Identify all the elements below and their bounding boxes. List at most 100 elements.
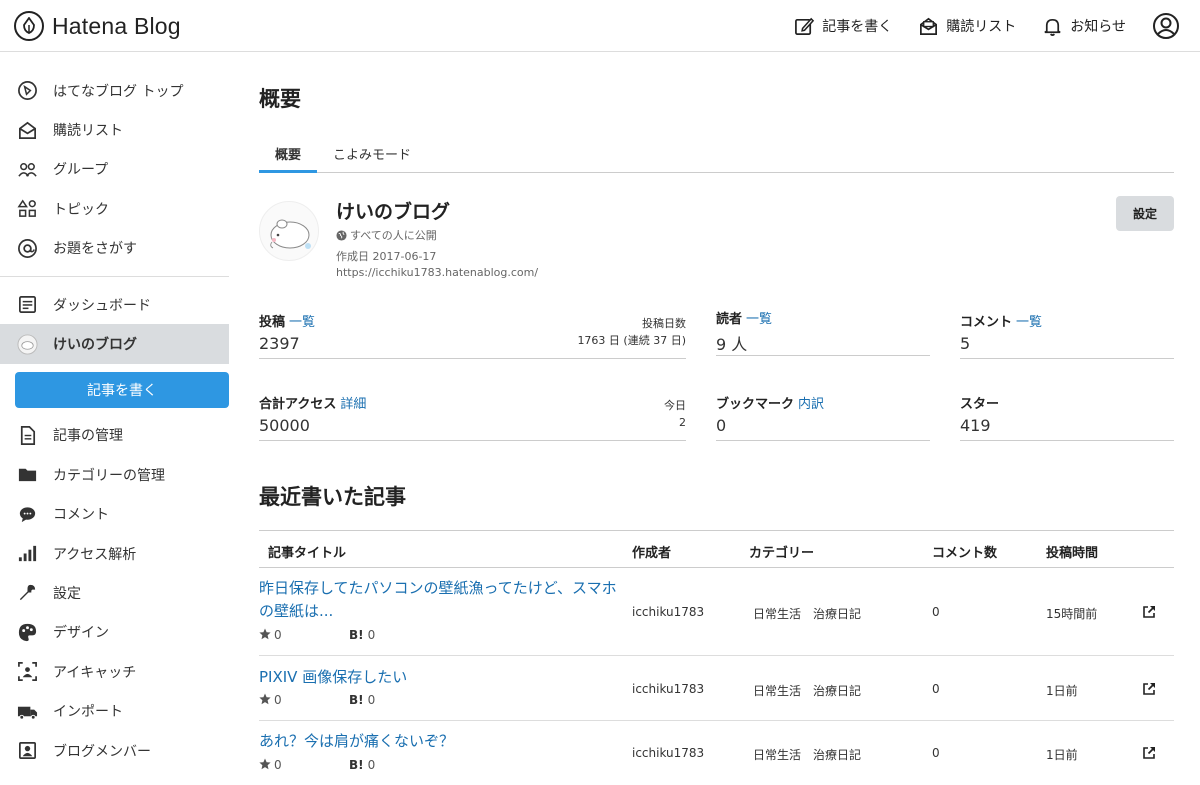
stat-label: コメント 一覧	[960, 311, 1042, 330]
blog-settings-button[interactable]: 設定	[1116, 196, 1174, 231]
readers-list-link[interactable]: 一覧	[746, 312, 772, 327]
bookmarks-breakdown-link[interactable]: 内訳	[798, 397, 824, 412]
stat-label: 読者 一覧	[716, 308, 772, 327]
at-icon	[16, 237, 38, 259]
blog-avatar[interactable]	[259, 201, 319, 261]
article-author: icchiku1783	[632, 682, 705, 696]
article-post-time: 1日前	[1046, 684, 1078, 698]
star-icon	[259, 628, 271, 640]
sidebar-item-categories[interactable]: カテゴリーの管理	[0, 455, 229, 494]
external-link-icon[interactable]	[1142, 746, 1156, 760]
today-value: 2	[679, 416, 686, 429]
hatena-blog-logo[interactable]: Hatena Blog	[14, 10, 181, 42]
star-count: 0	[274, 628, 282, 642]
access-detail-link[interactable]: 詳細	[340, 397, 366, 412]
sidebar-item-members[interactable]: ブログメンバー	[0, 731, 229, 770]
blog-created-date: 作成日 2017-06-17	[336, 250, 437, 263]
article-title-link[interactable]: PIXIV 画像保存したい	[259, 666, 621, 689]
article-comment-count: 0	[932, 605, 940, 619]
logo-text: Hatena Blog	[52, 12, 181, 39]
subscribe-icon	[16, 119, 38, 141]
stat-stars-value: 419	[960, 416, 991, 435]
article-post-time: 15時間前	[1046, 607, 1098, 621]
col-comments-header: コメント数	[932, 546, 998, 561]
article-comment-count: 0	[932, 746, 940, 760]
user-icon[interactable]	[1152, 12, 1180, 40]
sidebar-item-label: デザイン	[53, 625, 109, 642]
sidebar-item-blog[interactable]: けいのブログ	[0, 324, 229, 364]
palette-icon	[16, 621, 38, 643]
header-nav: 記事を書く 購読リスト お知らせ	[794, 0, 1200, 52]
sidebar-item-label: グループ	[53, 162, 109, 179]
header-write-link[interactable]: 記事を書く	[794, 16, 892, 37]
comments-list-link[interactable]: 一覧	[1016, 315, 1042, 330]
stat-label: 合計アクセス 詳細	[259, 393, 366, 412]
sidebar-item-comments[interactable]: コメント	[0, 495, 229, 534]
write-article-button[interactable]: 記事を書く	[15, 371, 229, 408]
sidebar-item-eyecatch[interactable]: アイキャッチ	[0, 652, 229, 691]
external-link-icon[interactable]	[1142, 682, 1156, 696]
col-title-header: 記事タイトル	[268, 546, 347, 561]
stat-bookmarks-value: 0	[716, 416, 727, 435]
stat-comments-value: 5	[960, 334, 971, 353]
bookmark-count: 0	[367, 628, 376, 642]
members-icon	[16, 740, 38, 762]
tab-calendar-mode[interactable]: こよみモード	[317, 137, 427, 172]
article-categories[interactable]: 日常生活 治療日記	[753, 605, 861, 622]
blog-name[interactable]: けいのブログ	[336, 197, 450, 224]
comment-icon	[16, 503, 38, 525]
article-post-time: 1日前	[1046, 748, 1078, 762]
stat-label: 投稿 一覧	[259, 311, 315, 330]
stat-access-label: 合計アクセス	[259, 397, 337, 412]
sidebar-item-import[interactable]: インポート	[0, 691, 229, 730]
bookmark-count: 0	[367, 758, 376, 772]
table-row: PIXIV 画像保存したい 0 B! 0 icchiku1783 日常生活 治療…	[259, 656, 1174, 721]
image-icon	[16, 661, 38, 683]
header-subscribe-label: 購読リスト	[946, 19, 1017, 35]
header-notifications-link[interactable]: お知らせ	[1042, 16, 1126, 37]
sidebar-item-hatena-top[interactable]: はてなブログ トップ	[0, 71, 229, 110]
sidebar-item-manage-articles[interactable]: 記事の管理	[0, 416, 229, 455]
sidebar-item-settings[interactable]: 設定	[0, 573, 229, 612]
blog-summary: けいのブログ すべての人に公開 作成日 2017-06-17 https://i…	[259, 193, 1174, 289]
hatena-bookmark-icon: B!	[349, 693, 364, 707]
stat-bookmarks-label: ブックマーク	[716, 397, 795, 412]
stat-access-today: 今日 2	[664, 397, 686, 431]
blog-url[interactable]: https://icchiku1783.hatenablog.com/	[336, 266, 538, 279]
hatena-bookmark-icon: B!	[349, 628, 364, 642]
article-categories[interactable]: 日常生活 治療日記	[753, 682, 861, 699]
tab-overview[interactable]: 概要	[259, 137, 317, 173]
stat-readers-label: 読者	[716, 312, 743, 327]
bell-icon	[1044, 18, 1061, 36]
stat-readers-value: 9 人	[716, 335, 748, 354]
external-link-icon[interactable]	[1142, 605, 1156, 619]
header-subscribe-link[interactable]: 購読リスト	[918, 16, 1016, 37]
post-days-value: 1763 日 (連続 37 日)	[577, 334, 686, 347]
sidebar-divider	[0, 275, 229, 277]
table-row: 昨日保存してたパソコンの壁紙漁ってたけど、スマホの壁紙は... 0 B! 0 i…	[259, 568, 1174, 656]
posts-list-link[interactable]: 一覧	[289, 315, 315, 330]
article-title-link[interactable]: あれ？今は肩が痛くないぞ？	[259, 730, 621, 753]
blog-avatar-icon	[16, 333, 38, 355]
sidebar-item-label: 購読リスト	[53, 123, 123, 140]
post-days-label: 投稿日数	[642, 317, 686, 330]
article-categories[interactable]: 日常生活 治療日記	[753, 746, 861, 763]
sidebar-item-topics[interactable]: トピック	[0, 189, 229, 228]
article-title-link[interactable]: 昨日保存してたパソコンの壁紙漁ってたけど、スマホの壁紙は...	[259, 577, 621, 623]
sidebar-item-design[interactable]: デザイン	[0, 613, 229, 652]
sidebar-item-subscriptions[interactable]: 購読リスト	[0, 110, 229, 149]
group-icon	[16, 158, 38, 180]
header-notifications-label: お知らせ	[1070, 19, 1126, 35]
header-write-label: 記事を書く	[822, 19, 893, 35]
wrench-icon	[16, 582, 38, 604]
sidebar-item-dashboard[interactable]: ダッシュボード	[0, 285, 229, 324]
sidebar-item-label: 記事の管理	[53, 428, 123, 445]
sidebar-item-label: コメント	[53, 507, 109, 524]
sidebar-item-prompts[interactable]: お題をさがす	[0, 229, 229, 268]
sidebar-item-label: アイキャッチ	[53, 664, 137, 681]
stat-readers: 読者 一覧 9 人	[716, 308, 930, 356]
tab-bar: 概要 こよみモード	[259, 137, 1174, 173]
sidebar-item-analytics[interactable]: アクセス解析	[0, 534, 229, 573]
star-icon	[259, 693, 271, 705]
sidebar-item-groups[interactable]: グループ	[0, 150, 229, 189]
